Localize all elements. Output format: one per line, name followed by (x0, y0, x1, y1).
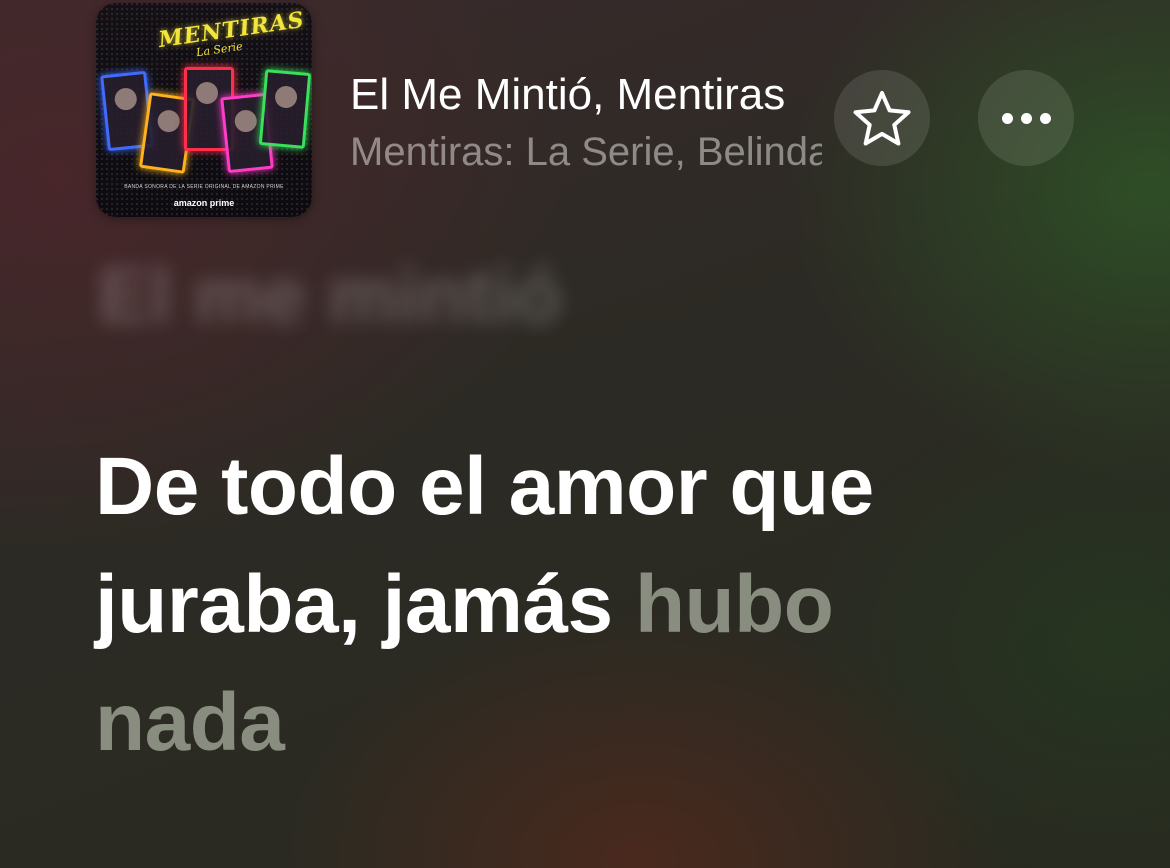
favorite-button[interactable] (834, 70, 930, 166)
lyric-text-unsung: hubo (634, 559, 834, 650)
artwork-caption: BANDA SONORA DE LA SERIE ORIGINAL DE AMA… (124, 184, 284, 190)
artwork-neon-panel (258, 69, 312, 149)
now-playing-header: MENTIRAS La Serie BANDA SONORA DE LA SER… (0, 0, 1170, 230)
star-outline-icon (853, 91, 911, 146)
artwork-brand: amazon prime (173, 198, 235, 208)
lyric-text-sung: De todo el amor que (95, 441, 874, 532)
lyric-text-unsung: nada (95, 677, 285, 768)
lyric-previous-line[interactable]: El me mintió (98, 250, 562, 340)
song-artist[interactable]: Mentiras: La Serie, Belinda (350, 126, 822, 178)
lyric-text-sung: juraba, jamás (95, 559, 635, 650)
lyric-current-line[interactable]: De todo el amor que juraba, jamás hubo n… (95, 428, 1135, 782)
song-title[interactable]: El Me Mintió, Mentiras (350, 68, 822, 122)
album-artwork[interactable]: MENTIRAS La Serie BANDA SONORA DE LA SER… (96, 3, 312, 217)
ellipsis-icon (1001, 112, 1051, 124)
more-options-button[interactable] (978, 70, 1074, 166)
